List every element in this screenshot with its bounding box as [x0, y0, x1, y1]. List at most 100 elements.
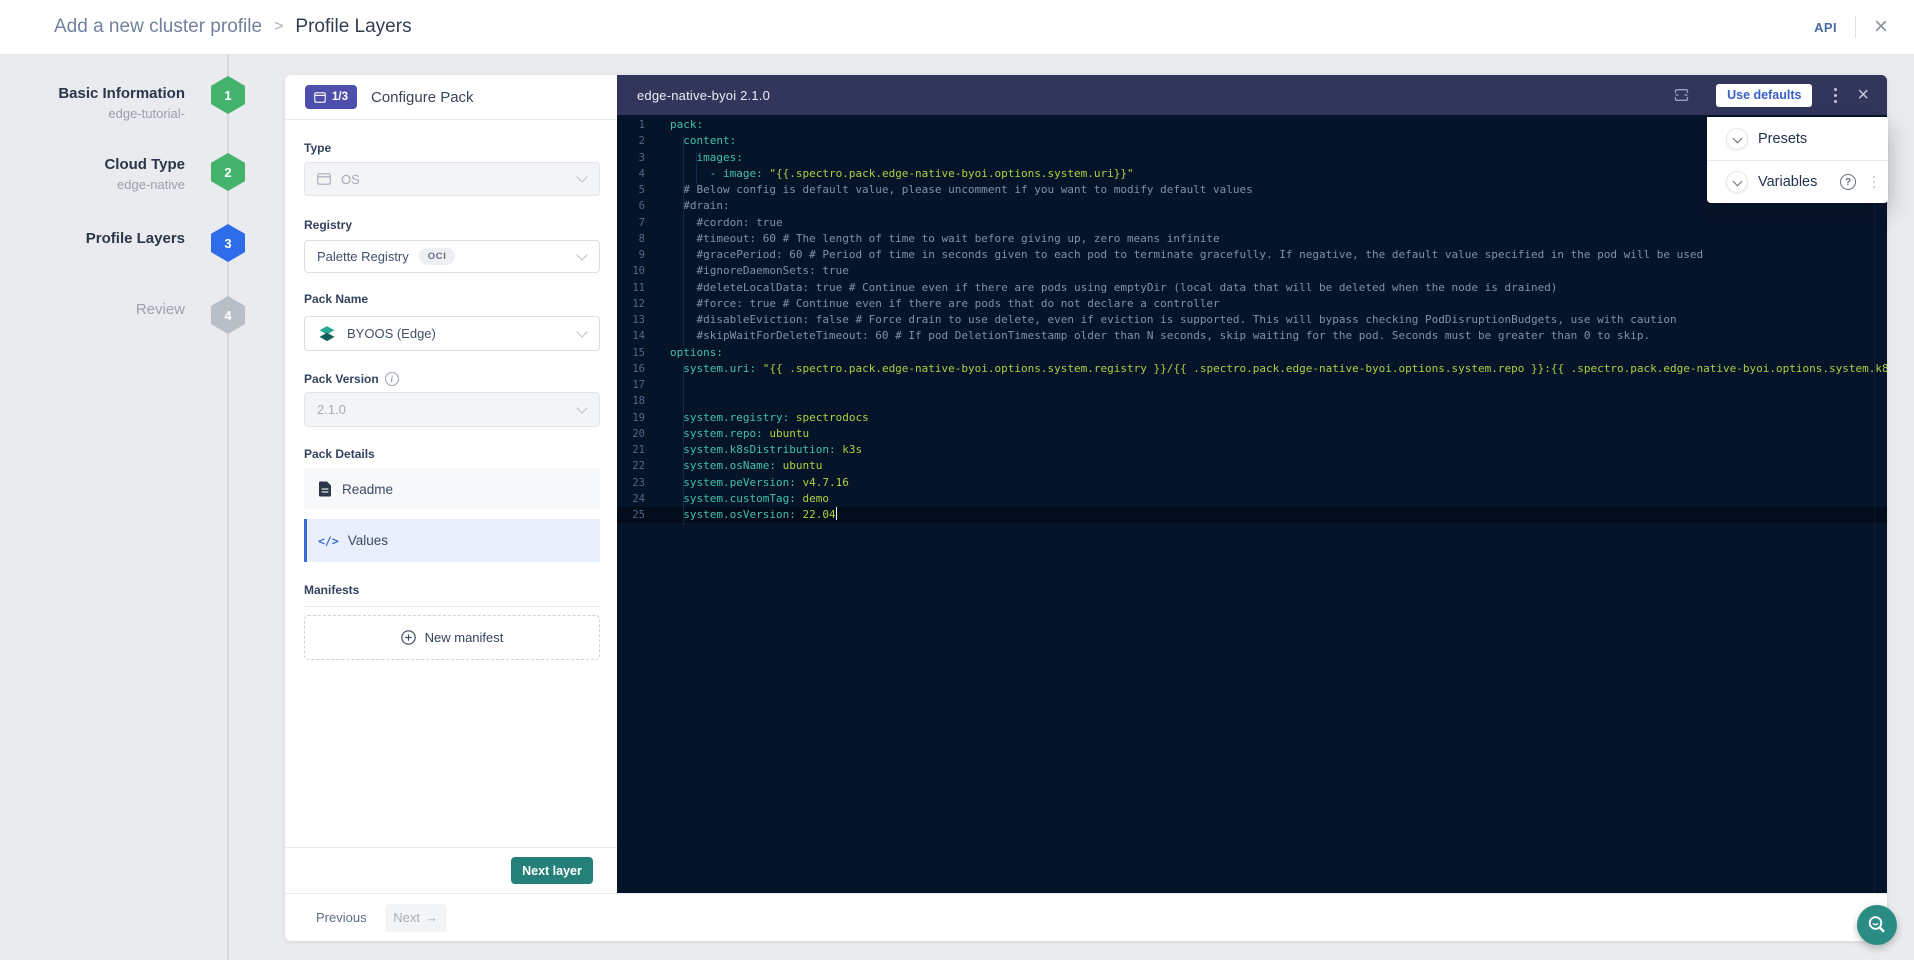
arrow-right-icon: → — [425, 910, 438, 925]
line-number: 2 — [617, 133, 645, 149]
oci-badge: OCI — [419, 248, 456, 265]
code-line: 8 #timeout: 60 # The length of time to w… — [617, 231, 1887, 247]
code-line: 19 system.registry: spectrodocs — [617, 410, 1887, 426]
next-button-label: Next — [393, 910, 420, 925]
panel-title: Configure Pack — [371, 89, 474, 106]
type-select[interactable]: OS — [304, 162, 600, 196]
pack-step-count: 1/3 — [332, 91, 348, 103]
next-button[interactable]: Next → — [385, 904, 447, 932]
indent-guide — [696, 151, 697, 184]
step-title: Review — [0, 300, 185, 320]
step-label-review: Review — [0, 300, 185, 320]
step-hexagon-3[interactable]: 3 — [211, 224, 245, 262]
line-content: system.repo: ubuntu — [670, 426, 809, 442]
editor-title: edge-native-byoi 2.1.0 — [637, 88, 770, 103]
new-manifest-label: New manifest — [425, 630, 504, 645]
line-content: #gracePeriod: 60 # Period of time in sec… — [670, 247, 1703, 263]
step-hexagon-4[interactable]: 4 — [211, 296, 245, 334]
new-manifest-button[interactable]: New manifest — [304, 615, 600, 660]
main-card: 1/3 Configure Pack Type OS Registry Pale… — [285, 75, 1887, 941]
readme-tab-label: Readme — [342, 482, 393, 497]
chevron-down-icon[interactable] — [1726, 171, 1748, 193]
code-line: 3 images: — [617, 150, 1887, 166]
line-number: 25 — [617, 507, 645, 523]
editor-menu-kebab-icon[interactable] — [1834, 88, 1837, 103]
line-number: 16 — [617, 361, 645, 377]
code-line: 13 #disableEviction: false # Force drain… — [617, 312, 1887, 328]
code-line: 15options: — [617, 345, 1887, 361]
variables-kebab-icon[interactable] — [1873, 176, 1876, 189]
help-chat-button[interactable] — [1857, 905, 1897, 945]
document-icon — [318, 481, 332, 497]
expand-editor-icon[interactable] — [1673, 87, 1690, 103]
configure-pack-panel: 1/3 Configure Pack Type OS Registry Pale… — [285, 75, 617, 893]
registry-select[interactable]: Palette Registry OCI — [304, 240, 600, 273]
indent-guide — [683, 135, 684, 346]
code-line: 5 # Below config is default value, pleas… — [617, 182, 1887, 198]
values-tab[interactable]: </> Values — [304, 519, 600, 562]
line-content: content: — [670, 133, 736, 149]
line-number: 11 — [617, 280, 645, 296]
line-number: 8 — [617, 231, 645, 247]
code-line: 21 system.k8sDistribution: k3s — [617, 442, 1887, 458]
previous-button[interactable]: Previous — [316, 910, 367, 925]
chevron-down-icon — [576, 402, 587, 413]
line-number: 18 — [617, 393, 645, 409]
step-hexagon-1[interactable]: 1 — [211, 76, 245, 114]
line-content: system.peVersion: v4.7.16 — [670, 475, 849, 491]
line-content: system.registry: spectrodocs — [670, 410, 869, 426]
next-layer-button[interactable]: Next layer — [511, 857, 593, 884]
readme-tab[interactable]: Readme — [304, 468, 600, 510]
line-number: 7 — [617, 215, 645, 231]
line-content: - image: "{{.spectro.pack.edge-native-by… — [670, 166, 1134, 182]
chevron-down-icon — [576, 249, 587, 260]
use-defaults-button[interactable]: Use defaults — [1716, 84, 1812, 107]
editor-scrollbar[interactable] — [1874, 115, 1875, 893]
code-line: 14 #skipWaitForDeleteTimeout: 60 # If po… — [617, 328, 1887, 344]
step-title: Basic Information — [0, 84, 185, 104]
line-content: options: — [670, 345, 723, 361]
search-chat-icon — [1866, 914, 1888, 936]
code-line: 18 — [617, 393, 1887, 409]
type-value: OS — [341, 172, 360, 187]
line-number: 20 — [617, 426, 645, 442]
step-subtitle: edge-tutorial- — [0, 104, 185, 124]
help-icon[interactable]: ? — [1840, 174, 1856, 190]
registry-label: Registry — [304, 218, 352, 232]
line-content: system.k8sDistribution: k3s — [670, 442, 862, 458]
step-title: Profile Layers — [0, 229, 185, 249]
code-line: 4 - image: "{{.spectro.pack.edge-native-… — [617, 166, 1887, 182]
step-hexagon-2[interactable]: 2 — [211, 153, 245, 191]
variables-section[interactable]: Variables ? — [1707, 160, 1888, 203]
yaml-editor[interactable]: edge-native-byoi 2.1.0 Use defaults × 1p… — [617, 75, 1887, 893]
manifests-label: Manifests — [304, 583, 359, 597]
code-line: 11 #deleteLocalData: true # Continue eve… — [617, 280, 1887, 296]
line-content: #force: true # Continue even if there ar… — [670, 296, 1220, 312]
pack-version-label: Pack Version i — [304, 372, 399, 386]
pack-name-label: Pack Name — [304, 292, 368, 306]
line-number: 19 — [617, 410, 645, 426]
line-number: 3 — [617, 150, 645, 166]
presets-section[interactable]: Presets — [1707, 117, 1888, 160]
line-number: 17 — [617, 377, 645, 393]
editor-close-icon[interactable]: × — [1857, 87, 1869, 103]
step-label-basic-information: Basic Informationedge-tutorial- — [0, 84, 185, 124]
line-number: 22 — [617, 458, 645, 474]
manifests-divider — [304, 606, 600, 607]
chevron-down-icon[interactable] — [1726, 128, 1748, 150]
close-icon[interactable]: × — [1874, 17, 1888, 37]
line-content: #skipWaitForDeleteTimeout: 60 # If pod D… — [670, 328, 1650, 344]
header-divider — [1855, 16, 1856, 38]
api-link[interactable]: API — [1814, 20, 1837, 35]
pack-name-select[interactable]: BYOOS (Edge) — [304, 316, 600, 351]
breadcrumb-parent[interactable]: Add a new cluster profile — [54, 16, 262, 38]
presets-label: Presets — [1758, 131, 1807, 147]
pack-details-label: Pack Details — [304, 447, 375, 461]
indent-guide — [683, 363, 684, 525]
line-content: system.uri: "{{ .spectro.pack.edge-nativ… — [670, 361, 1887, 377]
pack-version-select[interactable]: 2.1.0 — [304, 392, 600, 427]
code-line: 23 system.peVersion: v4.7.16 — [617, 475, 1887, 491]
code-area[interactable]: 1pack:2 content:3 images:4 - image: "{{.… — [617, 115, 1887, 893]
info-icon[interactable]: i — [385, 372, 399, 386]
chevron-down-icon — [576, 326, 587, 337]
